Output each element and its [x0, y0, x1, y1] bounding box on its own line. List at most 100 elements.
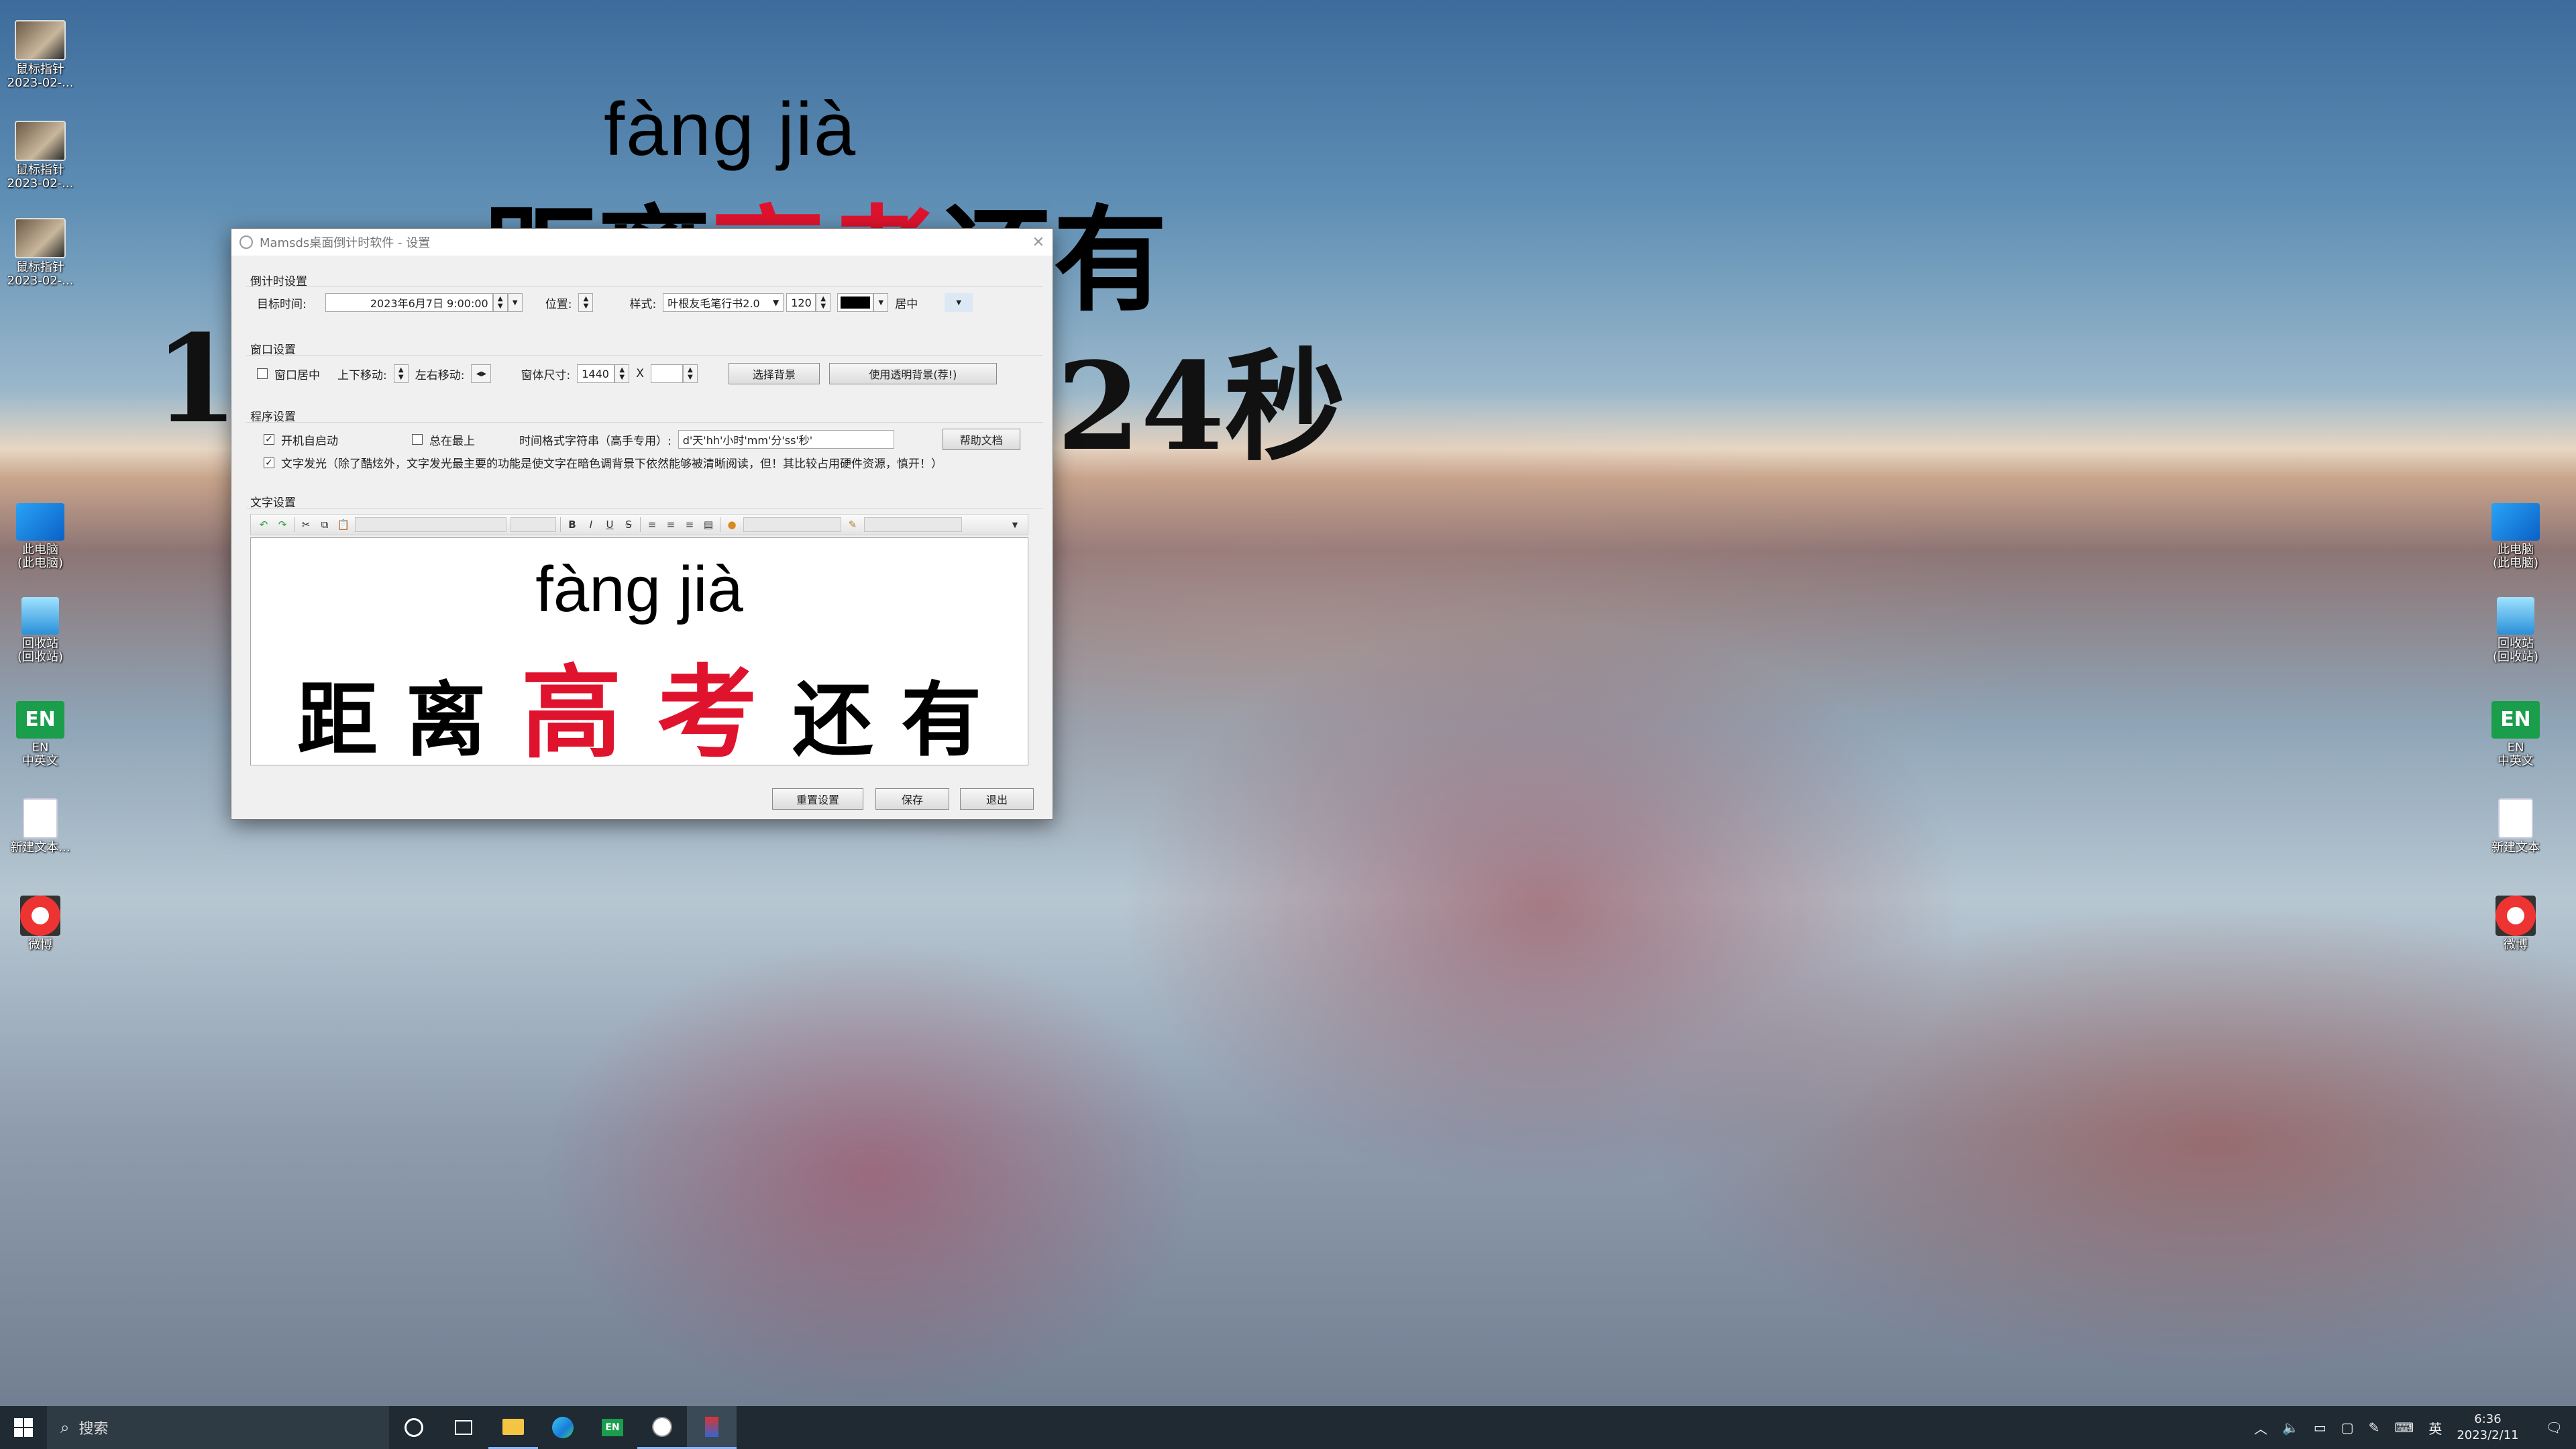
autostart-checkbox[interactable]: ✓ [264, 434, 274, 445]
text-color-box[interactable] [743, 517, 841, 532]
countdown-row: 目标时间: 2023年6月7日 9:00:00 ▲ ▼ ▼ 位置: ▲ ▼ 样式: … [257, 293, 973, 312]
toolbar-overflow-icon[interactable]: ▼ [1008, 517, 1022, 532]
move-horizontal-spinner[interactable]: ◀▶ [471, 364, 492, 383]
desktop-icon-text-doc[interactable]: 新建文本... [0, 798, 80, 855]
computer-icon [2491, 503, 2540, 541]
en-app-icon: EN [16, 701, 64, 739]
width-spinner[interactable]: ▲ ▼ [614, 364, 630, 383]
volume-icon[interactable]: 🔈 [2282, 1419, 2299, 1436]
clock[interactable]: 6:36 2023/2/11 [2457, 1411, 2518, 1444]
center-window-checkbox[interactable] [257, 368, 268, 379]
window-titlebar[interactable]: Mamsds桌面倒计时软件 - 设置 ✕ [231, 229, 1053, 256]
palette-icon[interactable]: ● [724, 517, 739, 532]
en-app-taskbar-icon[interactable]: EN [588, 1406, 637, 1449]
notification-popup-icon[interactable]: ▢ [2341, 1419, 2354, 1436]
time-format-input[interactable]: d'天'hh'小时'mm'分'ss'秒' [678, 430, 894, 449]
group-divider [246, 286, 1043, 287]
italic-icon[interactable]: I [584, 517, 598, 532]
desktop-icon-recycle-bin[interactable]: 回收站 (回收站) [0, 597, 80, 664]
network-icon[interactable]: ▭ [2314, 1419, 2326, 1436]
calendar-dropdown[interactable]: ▼ [507, 293, 523, 312]
window-row: 窗口居中 上下移动: ▲ ▼ 左右移动: ◀▶ 窗体尺寸: 1440 ▲ ▼ X ▲… [257, 363, 997, 384]
text-glow-label: 文字发光（除了酷炫外，文字发光最主要的功能是使文字在暗色调背景下依然能够被清晰阅… [281, 458, 943, 471]
keyboard-icon[interactable]: ⌨ [2394, 1419, 2414, 1436]
desktop-icon-video-1[interactable]: 鼠标指针 2023-02-... [0, 20, 80, 90]
position-spinner[interactable]: ▲ ▼ [578, 293, 594, 312]
align-value: 居中 [895, 297, 918, 311]
time-format-label: 时间格式字符串（高手专用）: [519, 434, 672, 448]
strikethrough-icon[interactable]: S [621, 517, 636, 532]
paste-icon[interactable]: 📋 [336, 517, 351, 532]
weibo-icon [20, 896, 60, 936]
highlighter-icon[interactable]: ✎ [845, 517, 860, 532]
align-center-icon[interactable]: ≡ [663, 517, 678, 532]
reset-button[interactable]: 重置设置 [772, 788, 863, 810]
text-glow-checkbox[interactable]: ✓ [264, 457, 274, 468]
pen-icon[interactable]: ✎ [2369, 1419, 2380, 1436]
help-doc-button[interactable]: 帮助文档 [942, 429, 1020, 450]
transparent-background-button[interactable]: 使用透明背景(荐!) [828, 363, 997, 384]
font-select[interactable]: 叶根友毛笔行书2.0 ▼ [663, 293, 784, 312]
color-swatch [841, 297, 871, 309]
desktop-icon-en[interactable]: EN EN 中英文 [0, 701, 80, 768]
countdown-app-taskbar-icon[interactable] [637, 1406, 687, 1449]
close-icon[interactable]: ✕ [1032, 234, 1044, 251]
start-button[interactable] [0, 1406, 47, 1449]
file-explorer-icon[interactable] [488, 1406, 538, 1449]
align-dropdown[interactable]: ▼ [945, 293, 973, 312]
task-view-icon[interactable] [439, 1406, 488, 1449]
editor-pinyin: fàng jià [535, 553, 743, 625]
desktop-icon-video-2[interactable]: 鼠标指针 2023-02-... [0, 121, 80, 191]
width-field[interactable]: 1440 [577, 364, 615, 383]
move-horizontal-label: 左右移动: [415, 368, 465, 382]
height-field[interactable] [650, 364, 683, 383]
copy-icon[interactable]: ⧉ [317, 517, 332, 532]
settings-app-taskbar-icon[interactable] [687, 1406, 737, 1449]
align-left-icon[interactable]: ≡ [645, 517, 659, 532]
target-time-field[interactable]: 2023年6月7日 9:00:00 [325, 293, 493, 312]
desktop-icon-label: 微博 [28, 938, 52, 952]
editor-toolbar: ↶ ↷ ✂ ⧉ 📋 B I U S ≡ ≡ ≡ ▤ ● ✎ ▼ [250, 514, 1028, 535]
desktop-icon-recycle-bin-right[interactable]: 回收站 (回收站) [2475, 597, 2556, 664]
desktop-icon-this-pc-right[interactable]: 此电脑 (此电脑) [2475, 503, 2556, 570]
video-thumbnail-icon [15, 121, 66, 161]
desktop-icon-this-pc[interactable]: 此电脑 (此电脑) [0, 503, 80, 570]
desktop-icon-weibo-right[interactable]: 微博 [2475, 896, 2556, 952]
desktop-icon-label: EN 中英文 [22, 741, 58, 768]
ime-indicator[interactable]: 英 [2428, 1418, 2442, 1438]
glow-row: ✓ 文字发光（除了酷炫外，文字发光最主要的功能是使文字在暗色调背景下依然能够被清… [264, 454, 943, 471]
font-size-box[interactable] [511, 517, 556, 532]
color-picker[interactable] [837, 293, 874, 312]
cortana-icon[interactable] [389, 1406, 439, 1449]
exit-button[interactable]: 退出 [960, 788, 1034, 810]
highlight-color-box[interactable] [864, 517, 962, 532]
edge-icon[interactable] [538, 1406, 588, 1449]
redo-icon[interactable]: ↷ [275, 517, 290, 532]
overlay-pinyin: fàng jià [604, 87, 857, 171]
desktop-icon-en-right[interactable]: EN EN 中英文 [2475, 701, 2556, 768]
font-size-spinner[interactable]: ▲ ▼ [816, 293, 831, 312]
undo-icon[interactable]: ↶ [256, 517, 271, 532]
align-right-icon[interactable]: ≡ [682, 517, 697, 532]
save-button[interactable]: 保存 [875, 788, 949, 810]
desktop-icon-video-3[interactable]: 鼠标指针 2023-02-... [0, 218, 80, 288]
always-top-checkbox[interactable] [412, 434, 423, 445]
font-family-box[interactable] [355, 517, 506, 532]
tray-expand-icon[interactable]: ︿ [2254, 1418, 2267, 1438]
color-dropdown[interactable]: ▼ [873, 293, 889, 312]
move-vertical-spinner[interactable]: ▲ ▼ [393, 364, 409, 383]
bold-icon[interactable]: B [565, 517, 580, 532]
desktop-icon-weibo[interactable]: 微博 [0, 896, 80, 952]
desktop-icon-text-doc-right[interactable]: 新建文本 [2475, 798, 2556, 855]
action-center-icon[interactable]: 🗨 [2546, 1419, 2563, 1436]
text-editor[interactable]: fàng jià 距 离 高 考 还 有 [250, 537, 1028, 765]
font-size-field[interactable]: 120 [786, 293, 816, 312]
target-time-spinner[interactable]: ▲ ▼ [492, 293, 508, 312]
height-spinner[interactable]: ▲ ▼ [682, 364, 698, 383]
justify-icon[interactable]: ▤ [701, 517, 716, 532]
underline-icon[interactable]: U [602, 517, 617, 532]
choose-background-button[interactable]: 选择背景 [728, 363, 820, 384]
cut-icon[interactable]: ✂ [299, 517, 313, 532]
search-icon: ⌕ [60, 1418, 70, 1437]
taskbar-search[interactable]: ⌕ 搜索 [47, 1406, 389, 1449]
